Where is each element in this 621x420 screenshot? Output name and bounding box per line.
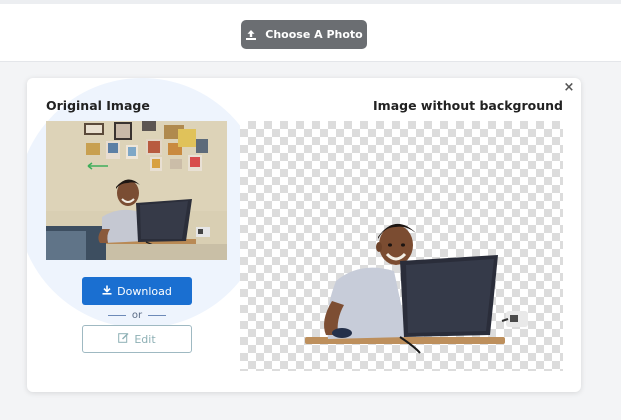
- choose-photo-label: Choose A Photo: [265, 28, 363, 41]
- divider-line-right: [148, 314, 167, 316]
- upload-icon: [245, 29, 257, 41]
- or-label: or: [131, 309, 143, 321]
- or-divider: or: [107, 308, 167, 322]
- result-image-transparent: [240, 121, 563, 371]
- original-image: [46, 121, 227, 260]
- original-image-title: Original Image: [46, 98, 150, 113]
- edit-icon: [118, 332, 129, 346]
- close-icon[interactable]: ×: [563, 81, 575, 94]
- result-card: × Original Image Image without backgroun…: [27, 78, 581, 392]
- download-button[interactable]: Download: [82, 277, 192, 305]
- result-image-title: Image without background: [373, 98, 563, 113]
- divider-line-left: [107, 314, 126, 316]
- download-icon: [102, 285, 112, 298]
- edit-label: Edit: [134, 332, 156, 346]
- top-toolbar: Choose A Photo: [0, 0, 621, 62]
- edit-button[interactable]: Edit: [82, 325, 192, 353]
- choose-photo-button[interactable]: Choose A Photo: [241, 20, 367, 49]
- download-label: Download: [117, 284, 172, 298]
